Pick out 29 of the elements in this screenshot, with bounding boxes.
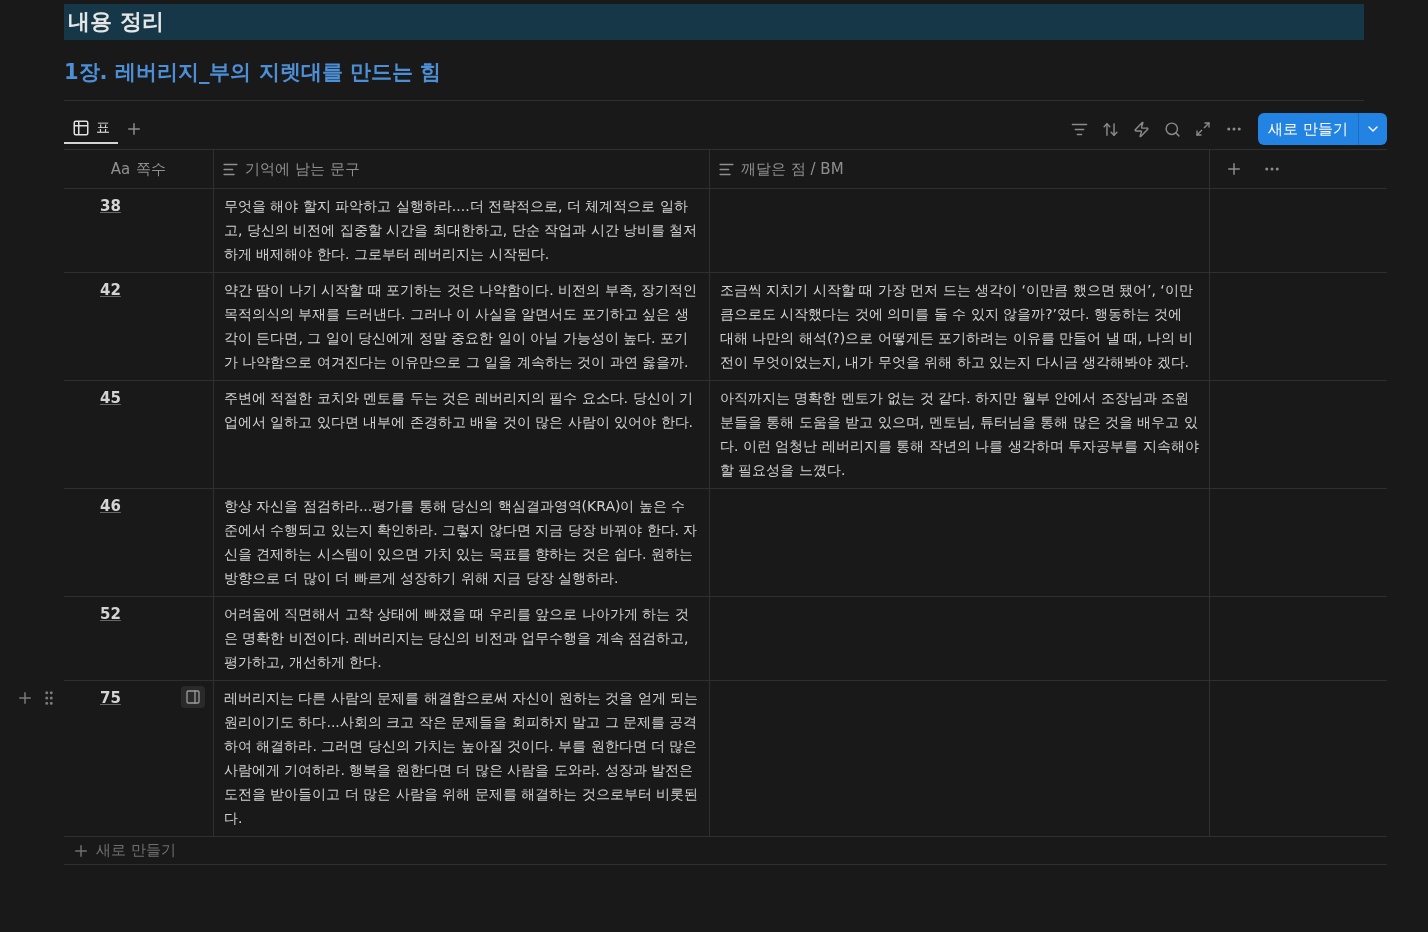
table-cell: 어려움에 직면해서 고착 상태에 빠졌을 때 우리를 앞으로 나아가게 하는 것은 명확한 비전이다. 레버리지는 당신의 비전과 업무수행을 계속 점검하고, 평가하고, 개선하게 한다. <box>214 597 710 681</box>
table-cell: 약간 땀이 나기 시작할 때 포기하는 것은 나약함이다. 비전의 부족, 장기적인 목적의식의 부재를 드러낸다. 그러나 이 사실을 알면서도 포기하고 싶은 생각이 든다면, 그 일이 당신에게 정말 중요한 일이 아닐 가능성이 높다. 포기가 나약함으로 여겨진다는 이유만으로 그 일을 계속하는 것이 과연 옳을까. <box>214 273 710 381</box>
column-header[interactable]: 깨달은 점 / BM <box>710 150 1210 189</box>
new-row-button[interactable]: 새로 만들기 <box>64 837 1387 865</box>
page-number-link[interactable]: 42 <box>100 278 121 302</box>
column-header[interactable]: 기억에 남는 문구 <box>214 150 710 189</box>
page-number-link[interactable]: 52 <box>100 602 121 626</box>
table-cell: 아직까지는 명확한 멘토가 없는 것 같다. 하지만 월부 안에서 조장님과 조원분들을 통해 도움을 받고 있으며, 멘토님, 튜터님을 통해 많은 것을 배우고 있다. 이런 엄청난 레버리지를 통해 작년의 나를 생각하며 투자공부를 지속해야 할 필요성을 느꼈다. <box>710 381 1210 489</box>
view-tab[interactable]: 표 <box>64 114 118 144</box>
table-cell: 항상 자신을 점검하라...평가를 통해 당신의 핵심결과영역(KRA)이 높은 수준에서 수행되고 있는지 확인하라. 그렇지 않다면 지금 당장 바꿔야 한다. 자신을 견제하는 시스템이 있으면 가치 있는 목표를 향하는 것은 쉽다. 원하는 방향으로 더 많이 더 빠르게 성장하기 위해 지금 당장 실행하라. <box>214 489 710 597</box>
open-panel-icon[interactable] <box>181 686 205 708</box>
column-label: 쪽수 <box>136 159 167 179</box>
page-number-link[interactable]: 38 <box>100 194 121 218</box>
column-label: 기억에 남는 문구 <box>245 159 360 179</box>
table-cell: 조금씩 지치기 시작할 때 가장 먼저 드는 생각이 ‘이만큼 했으면 됐어’, ‘이만큼으로도 시작했다는 것에 의미를 둘 수 있지 않을까?’였다. 행동하는 것에 대해 나만의 해석(?)으로 어떻게든 포기하려는 이유를 만들어 낼 때, 나의 비전이 무엇이었는지, 내가 무엇을 위해 하고 있는지 다시금 생각해봐야 겠다. <box>710 273 1210 381</box>
page-number-link[interactable]: 45 <box>100 386 121 410</box>
table-cell: 주변에 적절한 코치와 멘토를 두는 것은 레버리지의 필수 요소다. 당신이 기업에서 일하고 있다면 내부에 존경하고 배울 것이 많은 사람이 있어야 한다. <box>214 381 710 489</box>
column-label: 깨달은 점 / BM <box>741 159 844 179</box>
table-cell: 레버리지는 다른 사람의 문제를 해결함으로써 자신이 원하는 것을 얻게 되는 원리이기도 하다...사회의 크고 작은 문제들을 회피하지 말고 그 문제를 공격하여 해결하라. 그러면 당신의 가치는 높아질 것이다. 부를 원한다면 더 많은 사람에게 기여하라. 행복을 원한다면 더 많은 사람을 도와라. 성장과 발전은 도전을 받아들이고 더 많은 사람을 위해 문제를 해결하는 것으로부터 비롯된다. <box>214 681 710 837</box>
text-type-icon: Aa <box>110 160 131 178</box>
page-number-link[interactable]: 75 <box>100 686 121 710</box>
add-icon[interactable] <box>16 689 34 707</box>
new-button[interactable]: 새로 만들기 <box>1258 113 1358 145</box>
chapter-heading: 1장. 레버리지_부의 지렛대를 만드는 힘 <box>64 56 1364 101</box>
column-header[interactable]: Aa 쪽수 <box>64 150 214 189</box>
page-number-link[interactable]: 46 <box>100 494 121 518</box>
table-cell: 무엇을 해야 할지 파악하고 실행하라....더 전략적으로, 더 체계적으로 일하고, 당신의 비전에 집중할 시간을 최대한하고, 단순 작업과 시간 낭비를 철저하게 배제해야 한다. 그로부터 레버리지는 시작된다. <box>214 189 710 273</box>
section-heading: 내용 정리 <box>64 4 1364 40</box>
table-icon <box>72 119 90 137</box>
